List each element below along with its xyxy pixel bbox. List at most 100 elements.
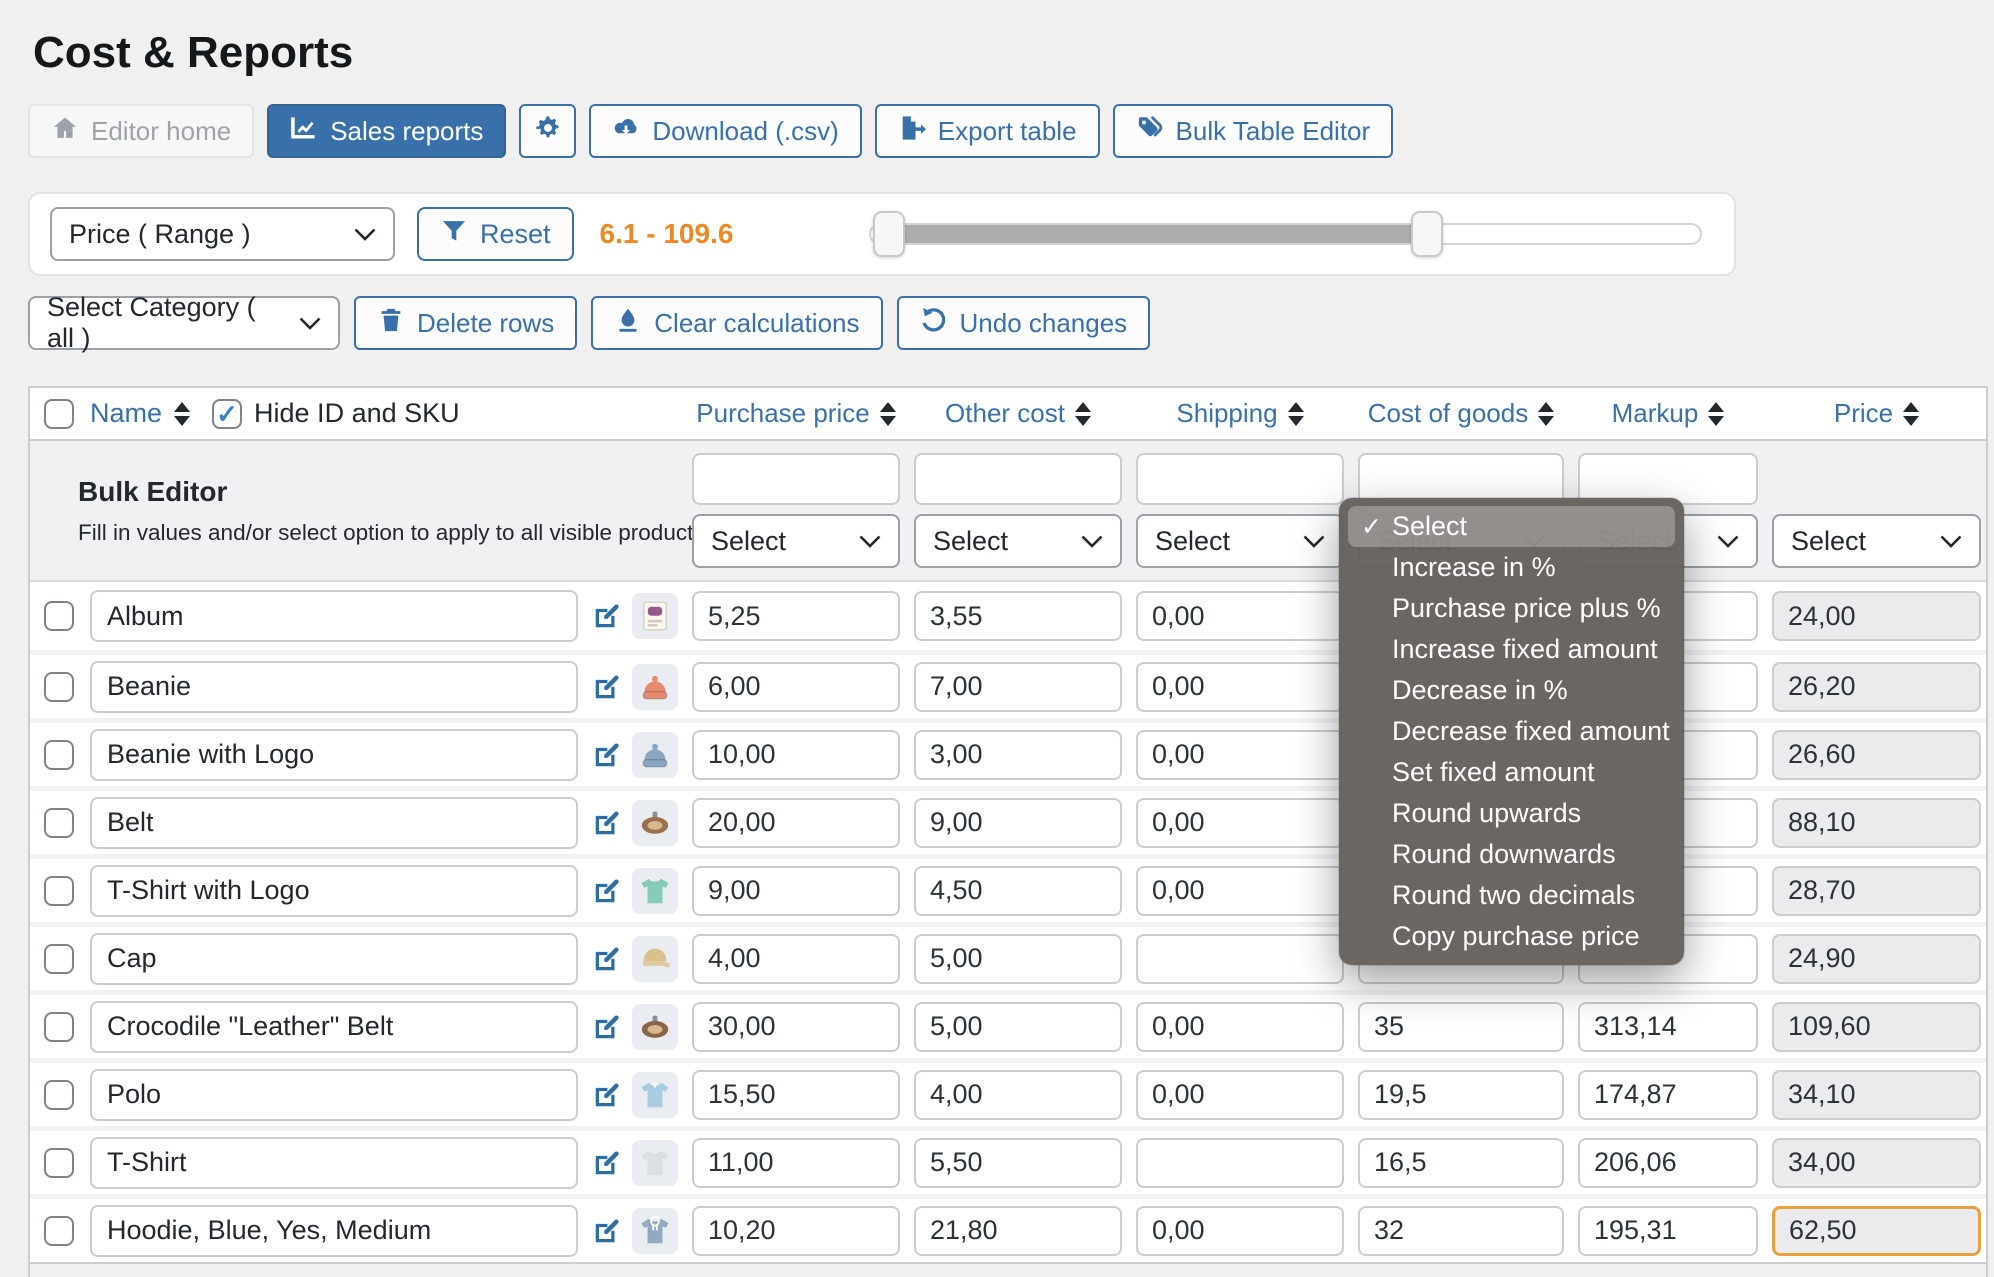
sort-icon[interactable]	[1287, 401, 1304, 426]
other-cost-input[interactable]	[914, 1137, 1122, 1188]
markup-input[interactable]	[1578, 1205, 1758, 1256]
dropdown-option-selected[interactable]: Select	[1348, 506, 1675, 547]
purchase-price-input[interactable]	[692, 1205, 900, 1256]
other-cost-input[interactable]	[914, 661, 1122, 712]
sort-icon[interactable]	[1708, 401, 1725, 426]
filter-field-select[interactable]: Price ( Range )	[50, 207, 395, 261]
product-name-field[interactable]: Polo	[90, 1068, 578, 1121]
product-thumbnail[interactable]	[632, 935, 678, 982]
purchase-price-input[interactable]	[692, 1069, 900, 1120]
other-cost-input[interactable]	[914, 1001, 1122, 1052]
shipping-input[interactable]	[1136, 1069, 1344, 1120]
other-cost-input[interactable]	[914, 797, 1122, 848]
edit-icon[interactable]	[592, 1012, 622, 1042]
column-header-cost-of-goods[interactable]: Cost of goods	[1368, 398, 1555, 429]
dropdown-option[interactable]: Decrease fixed amount	[1348, 711, 1675, 752]
column-header-purchase-price[interactable]: Purchase price	[696, 398, 896, 429]
product-name-field[interactable]: Cap	[90, 932, 578, 985]
purchase-price-input[interactable]	[692, 797, 900, 848]
download-csv-button[interactable]: Download (.csv)	[589, 104, 862, 158]
row-checkbox[interactable]	[44, 601, 74, 631]
edit-icon[interactable]	[592, 601, 622, 631]
shipping-input[interactable]	[1136, 1137, 1344, 1188]
product-name-field[interactable]: Beanie	[90, 660, 578, 713]
other-cost-input[interactable]	[914, 591, 1122, 641]
product-name-field[interactable]: Belt	[90, 796, 578, 849]
other-cost-input[interactable]	[914, 1069, 1122, 1120]
row-checkbox[interactable]	[44, 943, 74, 974]
dropdown-option[interactable]: Increase fixed amount	[1348, 629, 1675, 670]
undo-changes-button[interactable]: Undo changes	[896, 296, 1151, 350]
column-header-other-cost[interactable]: Other cost	[945, 398, 1091, 429]
editor-home-button[interactable]: Editor home	[28, 104, 255, 158]
bulk-select-price[interactable]: Select	[1772, 514, 1981, 568]
column-header-name[interactable]: Name	[90, 398, 162, 429]
product-thumbnail[interactable]	[632, 731, 678, 778]
edit-icon[interactable]	[592, 1080, 622, 1110]
dropdown-option[interactable]: Round downwards	[1348, 834, 1675, 875]
row-checkbox[interactable]	[44, 739, 74, 770]
purchase-price-input[interactable]	[692, 933, 900, 984]
column-header-markup[interactable]: Markup	[1612, 398, 1725, 429]
purchase-price-input[interactable]	[692, 1137, 900, 1188]
shipping-input[interactable]	[1136, 865, 1344, 916]
dropdown-option[interactable]: Set fixed amount	[1348, 752, 1675, 793]
column-header-price[interactable]: Price	[1834, 398, 1920, 429]
hide-id-checkbox[interactable]	[212, 398, 243, 429]
row-checkbox[interactable]	[44, 1079, 74, 1110]
shipping-input[interactable]	[1136, 661, 1344, 712]
sort-icon[interactable]	[1538, 401, 1555, 426]
cost-of-goods-input[interactable]	[1358, 1001, 1564, 1052]
clear-calculations-button[interactable]: Clear calculations	[591, 296, 883, 350]
edit-icon[interactable]	[592, 1148, 622, 1178]
bulk-select-shipping[interactable]: Select	[1136, 514, 1344, 568]
product-thumbnail[interactable]	[632, 1139, 678, 1186]
row-checkbox[interactable]	[44, 1147, 74, 1178]
purchase-price-input[interactable]	[692, 591, 900, 641]
row-checkbox[interactable]	[44, 1215, 74, 1246]
bulk-purchase-price-input[interactable]	[692, 453, 900, 505]
slider-handle-max[interactable]	[1411, 211, 1444, 257]
cost-of-goods-input[interactable]	[1358, 1205, 1564, 1256]
slider-handle-min[interactable]	[872, 211, 905, 257]
bulk-other-cost-input[interactable]	[914, 453, 1122, 505]
sales-reports-button[interactable]: Sales reports	[267, 104, 507, 158]
product-thumbnail[interactable]	[632, 1003, 678, 1050]
delete-rows-button[interactable]: Delete rows	[354, 296, 578, 350]
product-thumbnail[interactable]	[632, 593, 678, 639]
column-header-shipping[interactable]: Shipping	[1176, 398, 1304, 429]
markup-input[interactable]	[1578, 1069, 1758, 1120]
edit-icon[interactable]	[592, 808, 622, 838]
markup-input[interactable]	[1578, 1001, 1758, 1052]
product-thumbnail[interactable]	[632, 1207, 678, 1254]
sort-icon[interactable]	[174, 401, 191, 426]
edit-icon[interactable]	[592, 876, 622, 906]
row-checkbox[interactable]	[44, 807, 74, 838]
purchase-price-input[interactable]	[692, 661, 900, 712]
edit-icon[interactable]	[592, 1216, 622, 1246]
shipping-input[interactable]	[1136, 591, 1344, 641]
bulk-select-other-cost[interactable]: Select	[914, 514, 1122, 568]
purchase-price-input[interactable]	[692, 865, 900, 916]
price-range-slider[interactable]	[869, 211, 1702, 257]
purchase-price-input[interactable]	[692, 729, 900, 780]
product-thumbnail[interactable]	[632, 663, 678, 710]
export-table-button[interactable]: Export table	[874, 104, 1100, 158]
product-name-field[interactable]: Album	[90, 590, 578, 642]
shipping-input[interactable]	[1136, 1001, 1344, 1052]
product-thumbnail[interactable]	[632, 1071, 678, 1118]
sort-icon[interactable]	[879, 401, 896, 426]
dropdown-option[interactable]: Decrease in %	[1348, 670, 1675, 711]
shipping-input[interactable]	[1136, 797, 1344, 848]
product-thumbnail[interactable]	[632, 867, 678, 914]
settings-button[interactable]	[519, 104, 577, 158]
edit-icon[interactable]	[592, 944, 622, 974]
purchase-price-input[interactable]	[692, 1001, 900, 1052]
product-name-field[interactable]: Crocodile "Leather" Belt	[90, 1000, 578, 1053]
bulk-shipping-input[interactable]	[1136, 453, 1344, 505]
bulk-table-editor-button[interactable]: Bulk Table Editor	[1112, 104, 1394, 158]
row-checkbox[interactable]	[44, 1011, 74, 1042]
other-cost-input[interactable]	[914, 933, 1122, 984]
dropdown-option[interactable]: Round upwards	[1348, 793, 1675, 834]
cost-of-goods-input[interactable]	[1358, 1137, 1564, 1188]
